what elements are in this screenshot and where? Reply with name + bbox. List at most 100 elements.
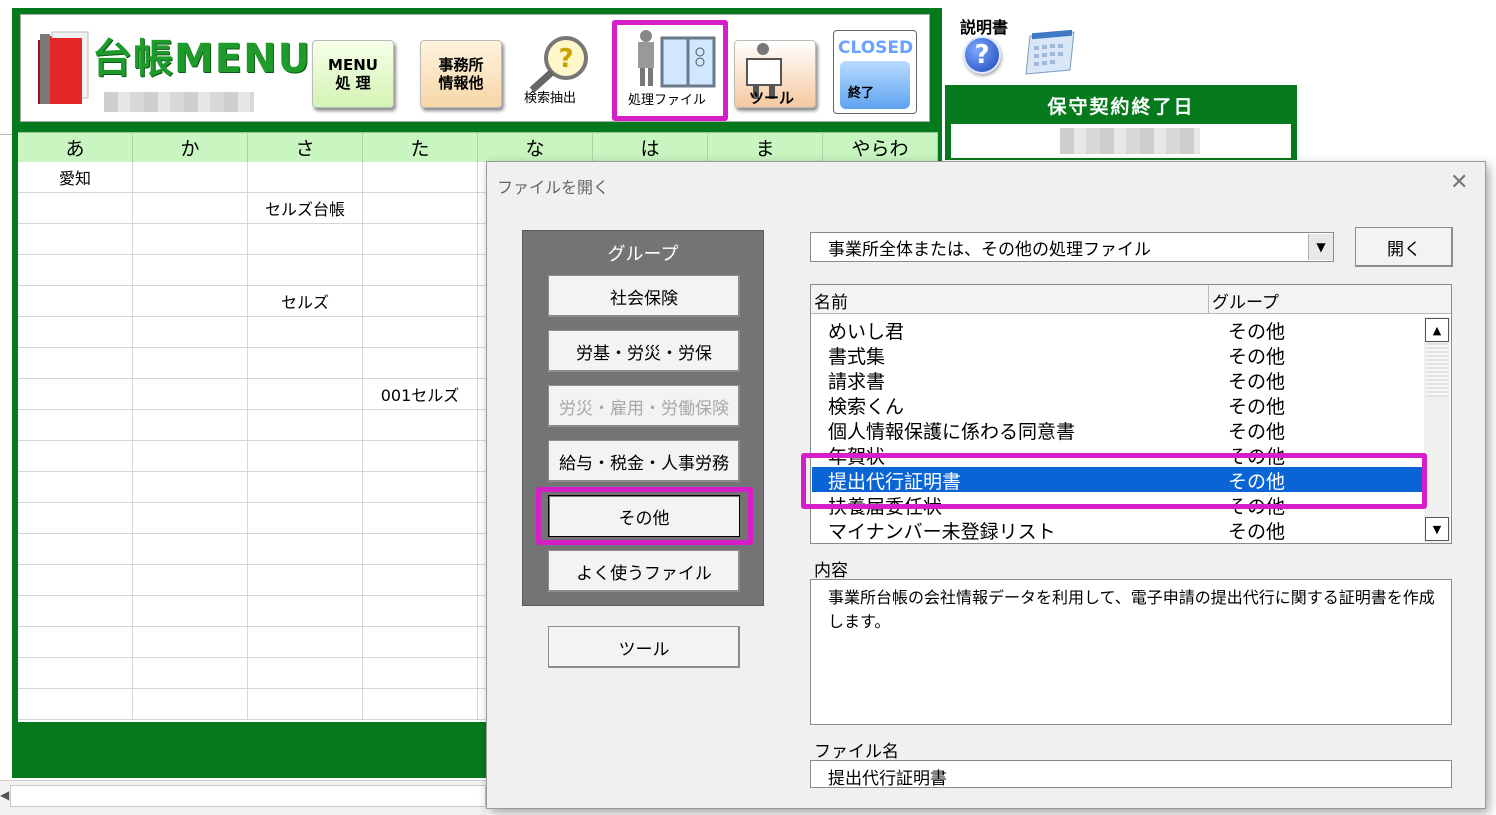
ledger-cell[interactable]	[133, 255, 248, 286]
ledger-cell[interactable]	[248, 565, 363, 596]
ledger-cell[interactable]	[363, 441, 478, 472]
ledger-cell[interactable]	[18, 565, 133, 596]
office-info-button[interactable]: 事務所 情報他	[420, 40, 502, 108]
ledger-cell[interactable]	[133, 162, 248, 193]
ledger-cell[interactable]	[133, 565, 248, 596]
ledger-cell[interactable]	[248, 472, 363, 503]
ledger-cell[interactable]	[18, 627, 133, 658]
ledger-cell[interactable]	[133, 317, 248, 348]
ledger-cell[interactable]	[248, 162, 363, 193]
ledger-cell[interactable]	[363, 534, 478, 565]
group-button[interactable]: 社会保険	[548, 275, 740, 317]
group-button[interactable]: 給与・税金・人事労務	[548, 440, 740, 482]
column-header-name[interactable]: 名前	[814, 288, 848, 313]
kana-header-cell[interactable]: か	[133, 132, 248, 162]
ledger-cell[interactable]	[363, 348, 478, 379]
ledger-cell[interactable]	[248, 503, 363, 534]
kana-header-cell[interactable]: ま	[708, 132, 823, 162]
file-list-item[interactable]: 請求書 その他	[812, 367, 1422, 393]
ledger-cell[interactable]	[248, 627, 363, 658]
ledger-cell[interactable]	[248, 658, 363, 689]
ledger-cell[interactable]	[18, 503, 133, 534]
ledger-cell[interactable]	[133, 286, 248, 317]
ledger-cell[interactable]	[133, 596, 248, 627]
ledger-cell[interactable]	[363, 162, 478, 193]
group-button[interactable]: 労基・労災・労保	[548, 330, 740, 372]
file-list-item[interactable]: 検索くん その他	[812, 392, 1422, 418]
ledger-cell[interactable]	[133, 348, 248, 379]
ledger-cell[interactable]	[18, 224, 133, 255]
ledger-cell[interactable]	[363, 658, 478, 689]
ledger-cell[interactable]	[18, 317, 133, 348]
ledger-cell[interactable]	[133, 503, 248, 534]
file-list-item[interactable]: 個人情報保護に係わる同意書 その他	[812, 417, 1422, 443]
ledger-cell[interactable]	[248, 441, 363, 472]
ledger-cell[interactable]: セルズ	[248, 286, 363, 317]
ledger-cell[interactable]	[248, 596, 363, 627]
tool-group-button[interactable]: ツール	[548, 626, 740, 668]
ledger-cell[interactable]	[18, 379, 133, 410]
ledger-cell[interactable]	[18, 534, 133, 565]
kana-header-cell[interactable]: は	[593, 132, 708, 162]
column-header-group[interactable]: グループ	[1212, 288, 1279, 313]
menu-process-button[interactable]: MENU 処 理	[312, 40, 394, 108]
ledger-cell[interactable]	[248, 379, 363, 410]
ledger-cell[interactable]	[248, 410, 363, 441]
ledger-cell[interactable]	[18, 689, 133, 720]
ledger-cell[interactable]	[363, 503, 478, 534]
ledger-cell[interactable]	[18, 596, 133, 627]
ledger-cell[interactable]	[18, 255, 133, 286]
ledger-cell[interactable]	[363, 596, 478, 627]
ledger-cell[interactable]	[363, 565, 478, 596]
ledger-cell[interactable]	[363, 286, 478, 317]
ledger-cell[interactable]	[248, 317, 363, 348]
ledger-cell[interactable]	[363, 472, 478, 503]
ledger-cell[interactable]	[363, 317, 478, 348]
ledger-cell[interactable]	[133, 379, 248, 410]
ledger-cell[interactable]	[133, 689, 248, 720]
ledger-cell[interactable]: セルズ台帳	[248, 193, 363, 224]
ledger-cell[interactable]: 愛知	[18, 162, 133, 193]
calendar-icon[interactable]	[1024, 30, 1076, 78]
file-list-item[interactable]: マイナンバー未登録リスト その他	[812, 517, 1422, 543]
ledger-cell[interactable]	[133, 627, 248, 658]
search-extract-button[interactable]: ? 検索抽出	[520, 34, 604, 110]
ledger-cell[interactable]	[18, 472, 133, 503]
scroll-left-icon[interactable]: ◀	[0, 788, 9, 802]
ledger-cell[interactable]	[248, 224, 363, 255]
ledger-cell[interactable]	[248, 689, 363, 720]
ledger-cell[interactable]	[18, 658, 133, 689]
ledger-cell[interactable]	[363, 627, 478, 658]
ledger-cell[interactable]	[133, 410, 248, 441]
ledger-cell[interactable]	[363, 410, 478, 441]
close-icon[interactable]: ✕	[1450, 170, 1468, 195]
ledger-cell[interactable]	[18, 193, 133, 224]
scrollbar-thumb[interactable]	[1426, 343, 1448, 397]
file-list-item[interactable]: めいし君 その他	[812, 317, 1422, 343]
ledger-cell[interactable]	[133, 534, 248, 565]
group-button[interactable]: よく使うファイル	[548, 550, 740, 592]
ledger-cell[interactable]	[363, 224, 478, 255]
ledger-cell[interactable]	[133, 193, 248, 224]
ledger-cell[interactable]	[133, 658, 248, 689]
ledger-cell[interactable]	[18, 348, 133, 379]
ledger-cell[interactable]	[248, 348, 363, 379]
column-divider[interactable]	[1208, 285, 1209, 313]
kana-header-cell[interactable]: た	[363, 132, 478, 162]
ledger-cell[interactable]	[133, 441, 248, 472]
kana-header-cell[interactable]: あ	[18, 132, 133, 162]
chevron-down-icon[interactable]: ▼	[1308, 234, 1333, 260]
ledger-cell[interactable]	[363, 255, 478, 286]
kana-header-cell[interactable]: さ	[248, 132, 363, 162]
kana-header-cell[interactable]: やらわ	[823, 132, 938, 162]
ledger-cell[interactable]: 001セルズ	[363, 379, 478, 410]
ledger-cell[interactable]	[133, 472, 248, 503]
ledger-cell[interactable]	[248, 255, 363, 286]
ledger-cell[interactable]	[363, 193, 478, 224]
kana-header-cell[interactable]: な	[478, 132, 593, 162]
ledger-cell[interactable]	[363, 689, 478, 720]
sheet-horizontal-scrollbar[interactable]	[10, 785, 486, 807]
scroll-up-icon[interactable]: ▲	[1425, 318, 1449, 342]
ledger-cell[interactable]	[18, 441, 133, 472]
file-list-item[interactable]: 書式集 その他	[812, 342, 1422, 368]
